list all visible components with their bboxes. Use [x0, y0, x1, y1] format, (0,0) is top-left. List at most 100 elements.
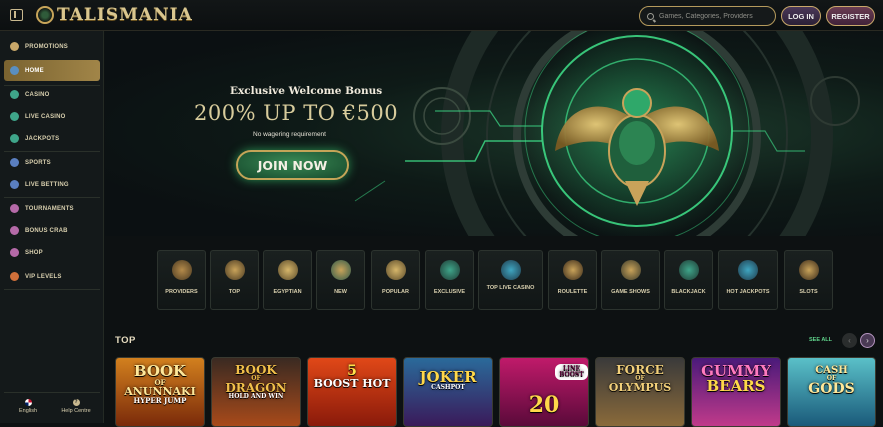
- category-label: EXCLUSIVE: [433, 289, 466, 295]
- sidebar-item-sports[interactable]: SPORTS: [4, 152, 100, 173]
- sidebar-item-casino[interactable]: CASINO: [4, 84, 100, 105]
- game-tile[interactable]: BOOK OF DRAGON HOLD AND WIN: [211, 357, 301, 427]
- brand-name: TALISMANIA: [57, 5, 193, 25]
- help-icon: ?: [72, 398, 80, 406]
- sidebar-item-label: LIVE BETTING: [25, 181, 69, 188]
- category-label: TOP LIVE CASINO: [486, 285, 535, 291]
- roulette-icon: [562, 260, 583, 280]
- game-title: 5 BOOST HOT: [313, 363, 391, 390]
- game-title: BOOK OF ANUNNAKI HYPER JUMP: [124, 362, 196, 405]
- hero-banner[interactable]: Exclusive Welcome Bonus 200% UP TO €500 …: [105, 31, 883, 236]
- category-label: ROULETTE: [557, 289, 588, 295]
- category-providers[interactable]: PROVIDERS: [157, 250, 206, 310]
- sidebar-item-bonus-crab[interactable]: BONUS CRAB: [4, 220, 100, 241]
- sidebar-footer: English ? Help Centre: [4, 392, 100, 419]
- category-game-shows[interactable]: GAME SHOWS: [601, 250, 660, 310]
- live-betting-icon: [10, 180, 19, 189]
- chevron-right-icon: ›: [866, 336, 869, 345]
- search-box[interactable]: [639, 6, 776, 26]
- wagering-note: No wagering requirement: [253, 131, 326, 138]
- vip-icon: [10, 272, 19, 281]
- live-casino-icon: [10, 112, 19, 121]
- carousel-prev-button[interactable]: ‹: [842, 333, 857, 348]
- sidebar-item-live-betting[interactable]: LIVE BETTING: [4, 174, 100, 195]
- search-icon: [647, 12, 654, 20]
- shop-icon: [10, 248, 19, 257]
- game-shows-icon: [620, 260, 641, 280]
- join-now-button[interactable]: JOIN NOW: [236, 150, 349, 180]
- welcome-heading: Exclusive Welcome Bonus: [230, 85, 383, 97]
- sidebar-item-label: SHOP: [25, 249, 43, 256]
- category-top-live-casino[interactable]: TOP LIVE CASINO: [478, 250, 543, 310]
- sidebar-item-vip-levels[interactable]: VIP LEVELS: [4, 266, 100, 287]
- search-input[interactable]: [659, 12, 769, 20]
- category-label: HOT JACKPOTS: [726, 289, 770, 295]
- category-roulette[interactable]: ROULETTE: [548, 250, 597, 310]
- sidebar: PROMOTIONS HOME CASINO LIVE CASINO JACKP…: [0, 31, 104, 423]
- slots-icon: [798, 260, 819, 280]
- category-new[interactable]: NEW: [316, 250, 365, 310]
- login-button[interactable]: LOG IN: [781, 6, 821, 26]
- sidebar-item-label: VIP LEVELS: [25, 273, 62, 280]
- sidebar-item-shop[interactable]: SHOP: [4, 242, 100, 263]
- logo[interactable]: TALISMANIA: [36, 5, 193, 25]
- game-tile[interactable]: GUMMY BEARS: [691, 357, 781, 427]
- game-title: LINE BOOST 20: [500, 364, 588, 416]
- game-tile[interactable]: FORCE OF OLYMPUS: [595, 357, 685, 427]
- sidebar-item-home[interactable]: HOME: [4, 60, 100, 81]
- category-egyptian[interactable]: EGYPTIAN: [263, 250, 312, 310]
- sports-icon: [10, 158, 19, 167]
- game-tile[interactable]: LINE BOOST 20: [499, 357, 589, 427]
- language-selector[interactable]: English: [4, 393, 52, 419]
- sidebar-item-label: SPORTS: [25, 159, 51, 166]
- game-tile[interactable]: BOOK OF ANUNNAKI HYPER JUMP: [115, 357, 205, 427]
- category-label: PROVIDERS: [165, 289, 198, 295]
- category-label: SLOTS: [799, 289, 818, 295]
- logo-emblem-icon: [36, 6, 54, 24]
- new-icon: [330, 260, 351, 280]
- sidebar-item-label: HOME: [25, 67, 44, 74]
- category-blackjack[interactable]: BLACKJACK: [664, 250, 713, 310]
- see-all-link[interactable]: SEE ALL: [809, 337, 832, 343]
- sidebar-item-tournaments[interactable]: TOURNAMENTS: [4, 198, 100, 219]
- sidebar-toggle-icon[interactable]: [10, 9, 23, 21]
- category-label: BLACKJACK: [671, 289, 706, 295]
- category-exclusive[interactable]: EXCLUSIVE: [425, 250, 474, 310]
- game-tile[interactable]: JOKER CASHPOT: [403, 357, 493, 427]
- game-tile[interactable]: CASH OF GODS: [787, 357, 876, 427]
- bonus-amount: 200% UP TO €500: [194, 101, 399, 125]
- help-centre-link[interactable]: ? Help Centre: [52, 393, 100, 419]
- chevron-left-icon: ‹: [848, 336, 851, 345]
- sidebar-item-live-casino[interactable]: LIVE CASINO: [4, 106, 100, 127]
- home-icon: [10, 66, 19, 75]
- section-title-top: TOP: [115, 335, 136, 346]
- sidebar-item-label: CASINO: [25, 91, 50, 98]
- popular-icon: [385, 260, 406, 280]
- register-button[interactable]: REGISTER: [826, 6, 875, 26]
- casino-icon: [10, 90, 19, 99]
- category-label: POPULAR: [382, 289, 409, 295]
- sidebar-item-promotions[interactable]: PROMOTIONS: [4, 36, 100, 57]
- game-title: CASH OF GODS: [808, 365, 855, 397]
- carousel-next-button[interactable]: ›: [860, 333, 875, 348]
- category-hot-jackpots[interactable]: HOT JACKPOTS: [718, 250, 778, 310]
- help-label: Help Centre: [61, 407, 91, 414]
- game-tile[interactable]: 5 BOOST HOT: [307, 357, 397, 427]
- category-slots[interactable]: SLOTS: [784, 250, 833, 310]
- language-label: English: [18, 407, 38, 414]
- category-top[interactable]: TOP: [210, 250, 259, 310]
- sidebar-item-jackpots[interactable]: JACKPOTS: [4, 128, 100, 149]
- gift-icon: [10, 42, 19, 51]
- category-label: GAME SHOWS: [611, 289, 650, 295]
- sidebar-item-label: PROMOTIONS: [25, 43, 69, 50]
- trophy-icon: [10, 204, 19, 213]
- category-popular[interactable]: POPULAR: [371, 250, 420, 310]
- game-title: FORCE OF OLYMPUS: [608, 363, 672, 394]
- sidebar-item-label: JACKPOTS: [25, 135, 60, 142]
- sidebar-item-label: TOURNAMENTS: [25, 205, 74, 212]
- top-bar: TALISMANIA LOG IN REGISTER: [0, 0, 883, 31]
- uk-flag-icon: [24, 398, 32, 406]
- divider: [4, 289, 100, 290]
- game-title: GUMMY BEARS: [701, 362, 771, 395]
- hot-jackpots-icon: [738, 260, 758, 280]
